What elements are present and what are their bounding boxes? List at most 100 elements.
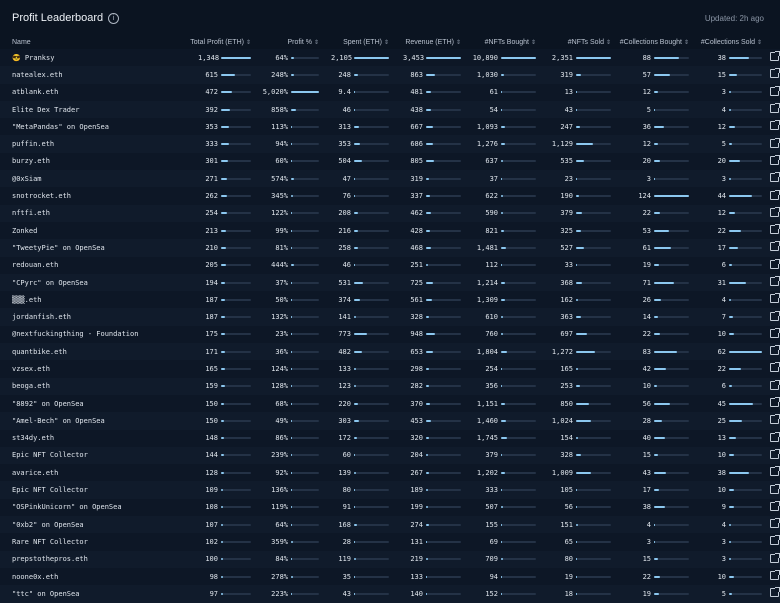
- cell-content: 131: [393, 538, 465, 546]
- column-header-profit[interactable]: Total Profit (ETH) ⇕: [180, 36, 255, 49]
- external-link-icon[interactable]: [770, 154, 780, 165]
- info-icon[interactable]: i: [108, 12, 120, 24]
- table-row[interactable]: @nextfuckingthing - Foundation 175 23% 773 9…: [0, 325, 780, 344]
- external-link-icon[interactable]: [770, 570, 780, 581]
- cell-content: 282: [393, 382, 465, 390]
- value-bar: [576, 177, 611, 180]
- column-header-bought[interactable]: #NFTs Bought ⇕: [465, 36, 540, 49]
- external-link-icon[interactable]: [770, 483, 780, 494]
- column-header-cbought[interactable]: #Collections Bought ⇕: [615, 36, 693, 49]
- table-row[interactable]: "TweetyPie" on OpenSea 210 81% 258 468 1,481 5…: [0, 239, 780, 257]
- external-link-icon[interactable]: [770, 172, 780, 183]
- table-row[interactable]: "8892" on OpenSea 150 68% 220 370 1,151 850 56 4…: [0, 394, 780, 413]
- value-bar: [729, 471, 762, 474]
- sort-icon[interactable]: ⇕: [606, 40, 611, 46]
- value-bar: [221, 350, 251, 353]
- column-header-pct[interactable]: Profit % ⇕: [255, 36, 323, 49]
- column-header-sold[interactable]: #NFTs Sold ⇕: [540, 36, 615, 49]
- external-link-icon[interactable]: [770, 518, 780, 529]
- cell-spent: 139: [323, 464, 393, 482]
- sort-icon[interactable]: ⇕: [246, 40, 251, 46]
- value-bar-fill: [654, 575, 661, 578]
- table-row[interactable]: "MetaPandas" on OpenSea 353 113% 313 667 1,09…: [0, 118, 780, 136]
- table-row[interactable]: avarice.eth 128 92% 139 267 1,202 1,009 43 38: [0, 464, 780, 482]
- table-row[interactable]: "ttc" on OpenSea 97 223% 43 140 152 18 19 5: [0, 585, 780, 603]
- external-link-icon[interactable]: [770, 500, 780, 511]
- external-link-icon[interactable]: [770, 241, 780, 252]
- table-row[interactable]: Zonked 213 99% 216 428 821 325 53 22: [0, 221, 780, 240]
- column-header-revenue[interactable]: Revenue (ETH) ⇕: [393, 36, 465, 49]
- external-link-icon[interactable]: [770, 120, 780, 131]
- sort-icon[interactable]: ⇕: [456, 40, 461, 46]
- sort-icon[interactable]: ⇕: [757, 40, 762, 46]
- cell-spent: 504: [323, 152, 393, 171]
- table-row[interactable]: burzy.eth 301 60% 504 805 637 535 20 20: [0, 152, 780, 171]
- table-row[interactable]: atblank.eth 472 5,020% 9.4 481 61 13 12 3: [0, 83, 780, 101]
- external-link-icon[interactable]: [770, 137, 780, 148]
- table-row[interactable]: "Amel-Bech" on OpenSea 150 49% 303 453 1,460 1…: [0, 412, 780, 430]
- external-link-icon[interactable]: [770, 397, 780, 408]
- external-link-icon[interactable]: [770, 85, 780, 96]
- table-row[interactable]: st34dy.eth 148 86% 172 320 1,745 154 40 13: [0, 429, 780, 447]
- cell-link: [766, 429, 780, 447]
- external-link-icon[interactable]: [770, 587, 780, 598]
- external-link-icon[interactable]: [770, 51, 780, 62]
- table-row[interactable]: snotrocket.eth 262 345% 76 337 622 190 124 44: [0, 187, 780, 205]
- column-header-csold[interactable]: #Collections Sold ⇕: [693, 36, 766, 49]
- table-row[interactable]: Epic NFT Collector 144 239% 60 204 379 328 15 10: [0, 446, 780, 465]
- table-row[interactable]: jordanfish.eth 187 132% 141 328 610 363 14 7: [0, 308, 780, 326]
- cell-revenue: 337: [393, 187, 465, 205]
- external-link-icon[interactable]: [770, 310, 780, 321]
- value-bar: [426, 350, 461, 353]
- cell-profit: 150: [180, 394, 255, 413]
- cell-content: 175: [180, 330, 255, 338]
- value-bar-fill: [576, 73, 581, 76]
- external-link-icon[interactable]: [770, 327, 780, 338]
- external-link-icon[interactable]: [770, 276, 780, 286]
- sort-icon[interactable]: ⇕: [384, 40, 389, 46]
- cell-value: 165: [560, 364, 573, 373]
- table-row[interactable]: noone0x.eth 98 278% 35 133 94 19 22 10: [0, 567, 780, 586]
- table-row[interactable]: @0xSiam 271 574% 47 319 37 23 3 3: [0, 170, 780, 188]
- external-link-icon[interactable]: [770, 535, 780, 546]
- sort-icon[interactable]: ⇕: [684, 40, 689, 46]
- table-row[interactable]: "0xb2" on OpenSea 107 64% 168 274 155 151 4 4: [0, 516, 780, 534]
- cell-value: 271: [205, 174, 218, 183]
- external-link-icon[interactable]: [770, 466, 780, 477]
- external-link-icon[interactable]: [770, 379, 780, 390]
- value-bar-fill: [501, 558, 504, 561]
- table-row[interactable]: redouan.eth 205 444% 46 251 112 33 19 6: [0, 256, 780, 274]
- table-row[interactable]: natealex.eth 615 248% 248 863 1,030 319 57 15: [0, 66, 780, 84]
- external-link-icon[interactable]: [770, 448, 780, 459]
- external-link-icon[interactable]: [770, 414, 780, 425]
- table-row[interactable]: puffin.eth 333 94% 353 686 1,276 1,129 12 5: [0, 135, 780, 153]
- cell-value: 10: [717, 451, 726, 460]
- table-row[interactable]: Epic NFT Collector 109 136% 80 189 333 105 17 10: [0, 481, 780, 499]
- table-row[interactable]: vzsex.eth 165 124% 133 298 254 165 42 22: [0, 360, 780, 378]
- external-link-icon[interactable]: [770, 189, 780, 200]
- external-link-icon[interactable]: [770, 68, 780, 79]
- table-row[interactable]: Elite Dex Trader 392 858% 46 438 54 43 5 4: [0, 100, 780, 119]
- external-link-icon[interactable]: [770, 293, 780, 304]
- external-link-icon[interactable]: [770, 362, 780, 373]
- table-row[interactable]: beoga.eth 159 128% 123 282 356 253 10 6: [0, 377, 780, 395]
- external-link-icon[interactable]: [770, 345, 780, 356]
- sort-icon[interactable]: ⇕: [314, 40, 319, 46]
- external-link-icon[interactable]: [770, 431, 780, 442]
- table-row[interactable]: quantbike.eth 171 36% 482 653 1,804 1,272 83 62: [0, 343, 780, 361]
- external-link-icon[interactable]: [770, 206, 780, 217]
- table-row[interactable]: prepstothepros.eth 100 84% 119 219 709 80 15 3: [0, 550, 780, 568]
- table-row[interactable]: "CPyrc" on OpenSea 194 37% 531 725 1,214 368 71…: [0, 273, 780, 292]
- external-link-icon[interactable]: [770, 224, 780, 235]
- external-link-icon[interactable]: [770, 552, 780, 563]
- table-row[interactable]: ▒▒▒.eth 187 50% 374 561 1,309 162 26 4: [0, 291, 780, 309]
- value-bar: [426, 316, 461, 319]
- column-header-spent[interactable]: Spent (ETH) ⇕: [323, 36, 393, 49]
- sort-icon[interactable]: ⇕: [531, 40, 536, 46]
- table-row[interactable]: nftfi.eth 254 122% 208 462 590 379 22 12: [0, 204, 780, 222]
- table-row[interactable]: Rare NFT Collector 102 359% 28 131 69 65 3 3: [0, 533, 780, 551]
- external-link-icon[interactable]: [770, 103, 780, 114]
- table-row[interactable]: "OSPinkUnicorn" on OpenSea 108 119% 91 199 50…: [0, 498, 780, 517]
- table-row[interactable]: 😎 Pranksy 1,348 64% 2,105 3,453 10,890 2,351 88…: [0, 49, 780, 67]
- external-link-icon[interactable]: [770, 258, 780, 269]
